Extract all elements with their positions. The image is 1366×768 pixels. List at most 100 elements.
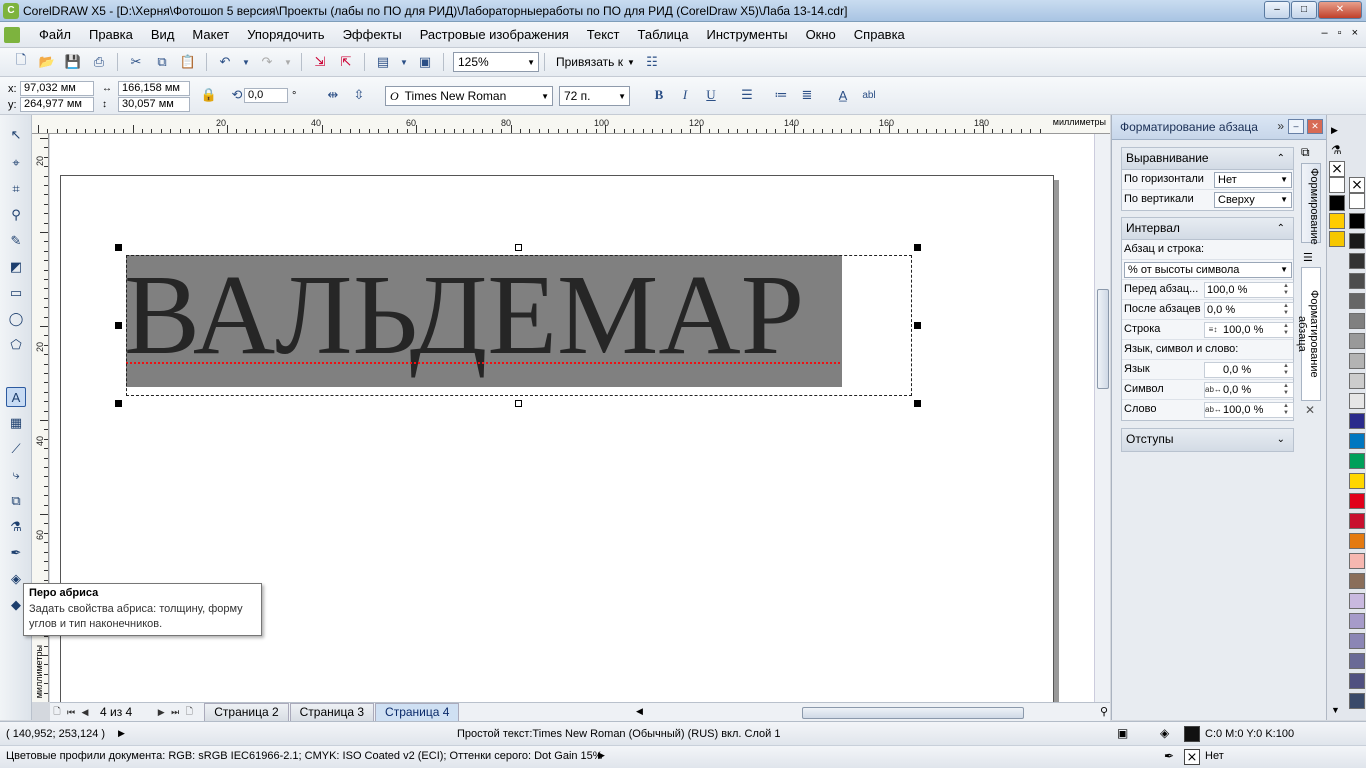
font-size-select[interactable]: 72 п. ▼ xyxy=(559,86,630,106)
coreldraw-app-icon[interactable]: C xyxy=(3,2,19,19)
palette-color-swatch[interactable] xyxy=(1329,231,1345,247)
palette-color-swatch[interactable] xyxy=(1349,593,1365,609)
text-tool-icon[interactable]: A xyxy=(6,387,26,407)
menu-file[interactable]: Файл xyxy=(30,27,80,42)
menu-bitmaps[interactable]: Растровые изображения xyxy=(411,27,578,42)
palette-color-swatch[interactable] xyxy=(1349,453,1365,469)
indents-header[interactable]: Отступы ⌄ xyxy=(1122,429,1293,451)
doc-close-button[interactable]: × xyxy=(1352,27,1358,39)
save-icon[interactable]: 💾 xyxy=(64,53,82,71)
x-position-input[interactable]: 97,032 мм xyxy=(20,81,94,96)
palette-color-swatch[interactable] xyxy=(1349,193,1365,209)
height-field[interactable]: ↕ 30,057 мм xyxy=(102,97,190,112)
menu-table[interactable]: Таблица xyxy=(629,27,698,42)
line-spacing-spinner[interactable]: ≡↕ 100,0 % ▲ ▼ xyxy=(1204,322,1294,338)
expand-arrow-icon[interactable]: ▶ xyxy=(118,728,125,739)
word-spacing-value[interactable]: 100,0 % xyxy=(1223,404,1263,416)
palette-color-swatch[interactable] xyxy=(1349,433,1365,449)
docker-minimize-button[interactable]: – xyxy=(1288,119,1304,134)
palette-color-swatch[interactable] xyxy=(1349,673,1365,689)
palette-color-swatch[interactable] xyxy=(1349,633,1365,649)
shape-tool-icon[interactable]: ⌖ xyxy=(6,153,26,173)
selection-handle[interactable] xyxy=(115,244,122,251)
mirror-vertical-icon[interactable]: ⇳ xyxy=(350,86,368,104)
no-color-swatch[interactable]: ⨯ xyxy=(1349,177,1365,193)
menu-window[interactable]: Окно xyxy=(797,27,845,42)
palette-color-swatch[interactable] xyxy=(1349,333,1365,349)
first-page-icon[interactable]: ⏮ xyxy=(64,707,78,718)
expand-arrows-icon[interactable]: » xyxy=(1277,119,1284,133)
options-icon[interactable]: ☷ xyxy=(643,53,661,71)
menu-arrange[interactable]: Упорядочить xyxy=(238,27,333,42)
palette-color-swatch[interactable] xyxy=(1349,293,1365,309)
spinner-arrows-icon[interactable]: ▲ ▼ xyxy=(1280,383,1292,397)
polygon-tool-icon[interactable]: ⬠ xyxy=(6,335,26,355)
redo-icon[interactable]: ↷ xyxy=(258,53,276,71)
tab-page-3[interactable]: Страница 3 xyxy=(289,703,375,721)
menu-edit[interactable]: Правка xyxy=(80,27,142,42)
italic-button[interactable]: I xyxy=(676,86,694,104)
palette-color-swatch[interactable] xyxy=(1349,533,1365,549)
undo-dropdown-icon[interactable]: ▼ xyxy=(242,53,250,71)
palette-color-swatch[interactable] xyxy=(1349,353,1365,369)
horizontal-scrollbar[interactable]: ◀ ▶ xyxy=(636,706,1136,720)
collapse-icon[interactable]: ⌃ xyxy=(1277,148,1285,169)
menu-effects[interactable]: Эффекты xyxy=(334,27,411,42)
undo-icon[interactable]: ↶ xyxy=(216,53,234,71)
palette-color-swatch[interactable] xyxy=(1329,213,1345,229)
crop-tool-icon[interactable]: ⌗ xyxy=(6,179,26,199)
selection-handle[interactable] xyxy=(914,400,921,407)
before-paragraph-spinner[interactable]: 100,0 % ▲ ▼ xyxy=(1204,282,1294,298)
rotation-input[interactable]: 0,0 xyxy=(244,88,288,103)
lock-ratio-icon[interactable]: 🔒 xyxy=(200,86,218,104)
spinner-arrows-icon[interactable]: ▲ ▼ xyxy=(1280,363,1292,377)
tab-page-4[interactable]: Страница 4 xyxy=(375,703,460,721)
open-icon[interactable]: 📂 xyxy=(38,53,56,71)
selection-handle[interactable] xyxy=(515,400,522,407)
palette-color-swatch[interactable] xyxy=(1329,177,1345,193)
zoom-level-select[interactable]: 125% ▼ xyxy=(453,52,539,72)
color-proof-icon[interactable]: ▣ xyxy=(1117,726,1128,740)
maximize-button[interactable]: □ xyxy=(1291,1,1317,19)
spinner-arrows-icon[interactable]: ▲ ▼ xyxy=(1280,323,1292,337)
selection-handle[interactable] xyxy=(115,322,122,329)
outline-none-swatch[interactable]: ⨯ xyxy=(1184,749,1200,765)
spinner-arrows-icon[interactable]: ▲ ▼ xyxy=(1280,303,1292,317)
no-color-swatch[interactable]: ⨯ xyxy=(1329,161,1345,177)
smart-fill-tool-icon[interactable]: ◩ xyxy=(6,257,26,277)
alignment-header[interactable]: Выравнивание ⌃ xyxy=(1122,148,1293,170)
welcome-screen-icon[interactable]: ▣ xyxy=(416,53,434,71)
height-input[interactable]: 30,057 мм xyxy=(118,97,190,112)
spacing-mode-select[interactable]: % от высоты символа ▼ xyxy=(1124,262,1292,278)
blend-tool-icon[interactable]: ⧉ xyxy=(6,491,26,511)
export-icon[interactable]: ⇱ xyxy=(337,53,355,71)
text-align-icon[interactable]: ☰ xyxy=(738,86,756,104)
rectangle-tool-icon[interactable]: ▭ xyxy=(6,283,26,303)
horizontal-ruler[interactable]: 20 40 60 80 100 120 140 160 180 миллимет… xyxy=(32,115,1110,134)
vertical-scroll-thumb[interactable] xyxy=(1097,289,1109,389)
mirror-horizontal-icon[interactable]: ⇹ xyxy=(324,86,342,104)
drop-cap-icon[interactable]: ≣ xyxy=(798,86,816,104)
copy-icon[interactable]: ⧉ xyxy=(153,53,171,71)
x-position-field[interactable]: x: 97,032 мм xyxy=(8,81,94,96)
pick-tool-icon[interactable]: ↖ xyxy=(6,125,26,145)
navigator-zoom-icon[interactable]: ⚲ xyxy=(1100,705,1108,718)
shaping-docker-icon[interactable]: ⧉ xyxy=(1301,145,1310,160)
palette-color-swatch[interactable] xyxy=(1349,573,1365,589)
palette-color-swatch[interactable] xyxy=(1349,613,1365,629)
table-tool-icon[interactable]: ▦ xyxy=(6,413,26,433)
docker-close-button[interactable]: ✕ xyxy=(1307,119,1323,134)
application-launcher-icon[interactable]: ▤ xyxy=(374,53,392,71)
document-icon[interactable] xyxy=(4,26,20,43)
tab-shaping[interactable]: Формирование xyxy=(1301,163,1321,245)
palette-color-swatch[interactable] xyxy=(1349,473,1365,489)
before-paragraph-value[interactable]: 100,0 % xyxy=(1207,284,1247,296)
horizontal-scroll-thumb[interactable] xyxy=(802,707,1024,719)
vertical-alignment-select[interactable]: Сверху ▼ xyxy=(1214,192,1292,208)
line-spacing-value[interactable]: 100,0 % xyxy=(1223,324,1263,336)
launcher-dropdown-icon[interactable]: ▼ xyxy=(400,53,408,71)
add-page-end-icon[interactable]: 🗋 xyxy=(182,704,196,720)
y-position-field[interactable]: y: 264,977 мм xyxy=(8,97,94,112)
tab-paragraph-formatting[interactable]: Форматирование абзаца xyxy=(1296,267,1321,401)
close-button[interactable]: ✕ xyxy=(1318,1,1362,19)
